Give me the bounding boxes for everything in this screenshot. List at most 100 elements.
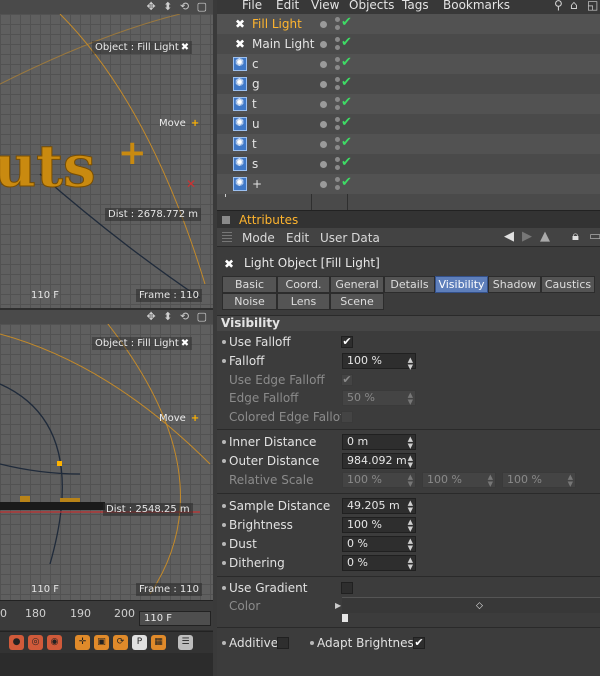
tab-details[interactable]: Details [384,276,435,293]
animate-dot-icon[interactable] [222,504,226,508]
render-dot[interactable] [335,165,340,170]
lock-icon[interactable]: 🔒︎ [572,229,579,244]
pla-key-icon[interactable]: ▦ [151,635,166,650]
render-dot[interactable] [335,57,340,62]
visibility-dot[interactable] [320,161,327,168]
sample-distance-field[interactable]: 49.205 m ▲ ▼ [342,498,416,514]
viewport-nav-icons[interactable]: ✥ ⬍ ⟲ ▢ [146,310,209,323]
current-frame-field[interactable]: 110 F [139,611,211,626]
inner-distance-field[interactable]: 0 m ▲ ▼ [342,434,416,450]
menu-mode[interactable]: Mode [242,231,275,245]
enabled-check-icon[interactable]: ✔ [341,155,352,170]
colored-edge-falloff-checkbox[interactable] [341,411,353,423]
object-row[interactable]: t ✔ [217,94,600,114]
animate-dot-icon[interactable] [222,440,226,444]
render-dot[interactable] [335,117,340,122]
timeline[interactable]: 0 180 190 200 110 F [0,600,213,630]
object-row[interactable]: g ✔ [217,74,600,94]
use-gradient-checkbox[interactable] [341,582,353,594]
render-dot[interactable] [335,45,340,50]
use-edge-falloff-checkbox[interactable]: ✔ [341,374,353,386]
expand-arrow-icon[interactable]: ▶ [335,601,341,610]
back-arrow-icon[interactable]: ◀ [504,229,514,244]
position-key-icon[interactable]: ✛ [75,635,90,650]
tab-scene[interactable]: Scene [330,293,384,310]
color-gradient[interactable]: ▶ ◇ [335,597,600,622]
render-dot[interactable] [335,157,340,162]
animate-dot-icon[interactable] [222,586,226,590]
relative-scale-x-field[interactable]: 100 % ▲ ▼ [342,472,416,488]
autokey-icon[interactable]: ◎ [28,635,43,650]
tab-lens[interactable]: Lens [277,293,330,310]
animate-dot-icon[interactable] [222,561,226,565]
object-manager[interactable]: ✖ Fill Light ✔ ✖ Main Light ✔ c ✔ [217,14,600,210]
use-falloff-checkbox[interactable]: ✔ [341,336,353,348]
render-dot[interactable] [335,25,340,30]
object-row[interactable]: t ✔ [217,134,600,154]
enabled-check-icon[interactable]: ✔ [341,175,352,190]
outer-distance-field[interactable]: 984.092 m ▲ ▼ [342,453,416,469]
menu-objects[interactable]: Objects [349,0,394,12]
render-dot[interactable] [335,177,340,182]
enabled-check-icon[interactable]: ✔ [341,15,352,30]
enabled-check-icon[interactable]: ✔ [341,35,352,50]
relative-scale-z-field[interactable]: 100 % ▲ ▼ [502,472,576,488]
render-dot[interactable] [335,105,340,110]
gradient-knot-icon[interactable]: ◇ [476,601,483,611]
render-dot[interactable] [335,17,340,22]
dithering-field[interactable]: 0 % ▲ ▼ [342,555,416,571]
object-row-fill-light[interactable]: ✖ Fill Light ✔ [217,14,600,34]
render-dot[interactable] [335,185,340,190]
additive-checkbox[interactable] [277,637,289,649]
grip-icon[interactable] [222,231,232,242]
menu-edit[interactable]: Edit [276,0,299,12]
render-dot[interactable] [335,65,340,70]
object-row[interactable]: s ✔ [217,154,600,174]
object-row[interactable]: c ✔ [217,54,600,74]
visibility-dot[interactable] [320,81,327,88]
tab-general[interactable]: General [330,276,384,293]
object-name[interactable]: Fill Light [252,17,302,31]
object-name[interactable]: Main Light [252,37,314,51]
viewport-top[interactable]: ✥ ⬍ ⟲ ▢ uts + ✕ Object : Fill Light ✖ Mov… [0,0,213,308]
visibility-dot[interactable] [320,21,327,28]
brightness-field[interactable]: 100 % ▲ ▼ [342,517,416,533]
tab-caustics[interactable]: Caustics [541,276,595,293]
render-dot[interactable] [335,145,340,150]
animate-dot-icon[interactable] [222,359,226,363]
menu-bookmarks[interactable]: Bookmarks [443,0,510,12]
animate-dot-icon[interactable] [222,459,226,463]
menu-file[interactable]: File [242,0,262,12]
render-dot[interactable] [335,125,340,130]
relative-scale-y-field[interactable]: 100 % ▲ ▼ [422,472,496,488]
object-row[interactable]: u ✔ [217,114,600,134]
render-dot[interactable] [335,85,340,90]
falloff-dropdown[interactable]: 100 % ▲ ▼ [342,353,416,371]
visibility-dot[interactable] [320,61,327,68]
edge-falloff-field[interactable]: 50 % ▲ ▼ [342,390,416,406]
visibility-dot[interactable] [320,41,327,48]
visibility-dot[interactable] [320,121,327,128]
object-name[interactable]: c [252,57,259,71]
viewport-nav-icons[interactable]: ✥ ⬍ ⟲ ▢ [146,0,209,13]
object-name[interactable]: g [252,77,260,91]
render-dot[interactable] [335,137,340,142]
object-name[interactable]: t [252,97,257,111]
enabled-check-icon[interactable]: ✔ [341,95,352,110]
tab-basic[interactable]: Basic [222,276,277,293]
object-name[interactable]: + [252,177,262,191]
object-row-main-light[interactable]: ✖ Main Light ✔ [217,34,600,54]
render-dot[interactable] [335,77,340,82]
tab-visibility[interactable]: Visibility [435,276,488,293]
visibility-dot[interactable] [320,181,327,188]
object-name[interactable]: u [252,117,260,131]
search-icon[interactable]: ⚲ [554,0,563,12]
animate-dot-icon[interactable] [222,340,226,344]
keyframe-icon[interactable]: ◉ [47,635,62,650]
new-window-icon[interactable]: ▭ [589,229,600,244]
timeline-menu-icon[interactable]: ☰ [178,635,193,650]
up-arrow-icon[interactable]: ▲ [540,229,550,244]
animate-dot-icon[interactable] [310,641,314,645]
visibility-dot[interactable] [320,141,327,148]
section-header[interactable]: Visibility [217,315,600,331]
